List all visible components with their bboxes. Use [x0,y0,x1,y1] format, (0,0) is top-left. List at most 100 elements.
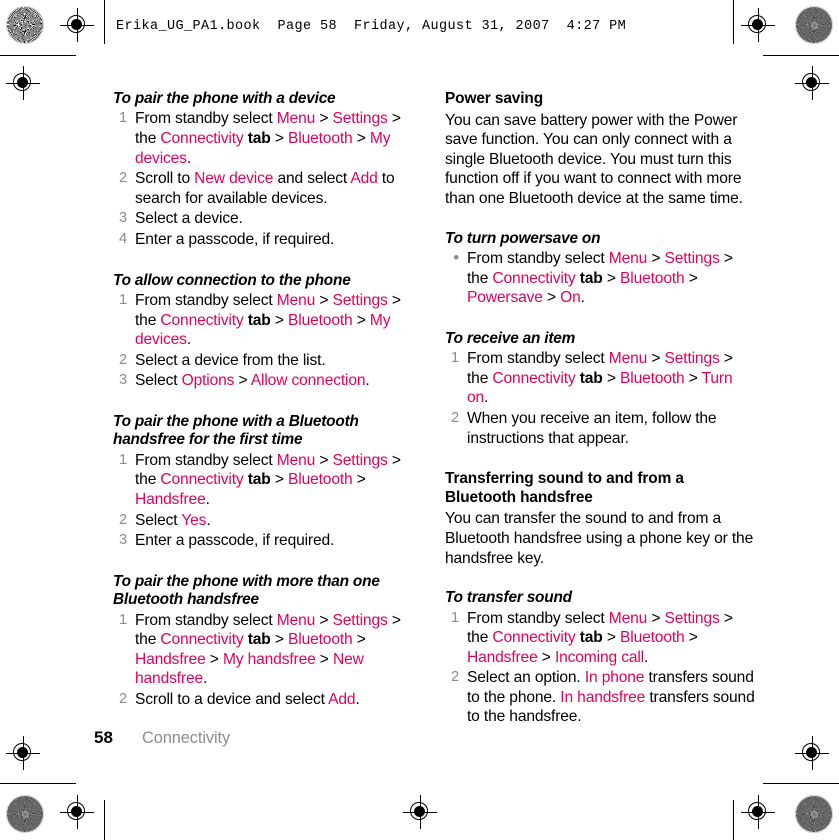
text-run: > [205,650,223,668]
step-marker: • [453,247,459,267]
text-run: Enter a passcode, if required. [135,230,335,248]
left-column: To pair the phone with a device 1 From sta… [113,90,425,711]
menu-path-term: Menu [608,249,648,267]
step-marker: 2 [119,690,127,707]
text-run: . [205,490,210,508]
text-run: . [484,389,489,407]
menu-path-term: Handsfree [135,650,206,668]
step-item: 1 From standby select Menu > Settings > t… [445,349,757,408]
text-run: > [647,249,665,267]
menu-path-term: Settings [664,249,720,267]
menu-path-term: Menu [276,451,316,469]
menu-path-term: Options [181,372,235,390]
ui-keyword: tab [243,130,271,147]
text-run: . [186,149,192,167]
menu-path-term: In phone [584,669,645,687]
text-run: > [270,631,289,649]
text-run: > [684,269,698,287]
section-heading-to-transfer-sound: To transfer sound [445,589,572,607]
menu-path-term: Add [328,690,356,708]
text-run: Select [135,511,182,529]
section-heading-to-pair-the-phone-with-more-than-one-bluetooth-h: To pair the phone with more than one Blu… [113,572,380,609]
text-run: . [206,511,211,529]
menu-path-term: Settings [664,350,720,368]
menu-path-term: Bluetooth [620,269,685,287]
text-run: From standby select [135,291,277,309]
menu-path-term: Allow connection [250,372,366,390]
text-run: > [542,289,561,307]
text-run: > [352,311,370,329]
menu-path-term: Menu [276,611,316,629]
step-marker: 3 [119,210,127,227]
menu-path-term: Menu [276,110,316,128]
text-run: > [352,631,366,649]
menu-path-term: Powersave [467,289,543,307]
text-run: > [602,369,621,387]
step-marker: 1 [119,110,127,127]
step-marker: 1 [119,611,127,628]
step-list: • From standby select Menu > Settings > t… [445,247,757,308]
step-item: 2 Scroll to New device and select Add to … [113,169,425,208]
step-marker: 1 [119,451,127,468]
section-heading-to-receive-an-item: To receive an item [445,329,576,347]
menu-path-term: Menu [608,350,648,368]
text-run: > [647,609,665,627]
power-saving-body: You can save battery power with the Powe… [445,111,743,207]
step-list: 1 From standby select Menu > Settings > t… [445,609,757,728]
text-run: From standby select [467,249,609,267]
menu-path-term: Connectivity [492,629,576,647]
section-heading-to-allow-connection-to-the-phone: To allow connection to the phone [113,271,351,289]
section-heading-power-saving: Power saving [445,90,544,107]
text-run: > [315,110,333,128]
menu-path-term: Bluetooth [288,311,353,329]
step-marker: 3 [119,372,127,389]
text-run: > [602,629,621,647]
step-marker: 3 [119,532,127,549]
step-list: 1 From standby select Menu > Settings > t… [113,291,425,391]
menu-path-term: Settings [664,609,720,627]
menu-path-term: Connectivity [492,369,576,387]
step-item: 1 From standby select Menu > Settings > t… [445,609,757,668]
menu-path-term: Menu [276,291,316,309]
step-item: 3 Enter a passcode, if required. [113,531,425,551]
text-run: > [315,650,333,668]
step-list: 1 From standby select Menu > Settings > t… [113,451,425,551]
text-run: > [647,350,665,368]
step-item: 3 Select Options > Allow connection. [113,371,425,391]
text-run: . [580,289,585,307]
step-item: 4 Enter a passcode, if required. [113,230,425,250]
menu-path-term: Handsfree [135,490,206,508]
text-run: > [315,451,333,469]
menu-path-term: Yes [181,511,207,529]
text-run: . [186,331,192,349]
step-list: 1 From standby select Menu > Settings > t… [445,349,757,448]
step-item: 2 Select an option. In phone transfers so… [445,668,757,727]
menu-path-term: Connectivity [492,269,576,287]
text-run: > [315,291,333,309]
step-item: 2 When you receive an item, follow the in… [445,409,757,448]
step-item: 2 Select Yes. [113,511,425,531]
text-run: and select [273,170,351,188]
step-item: 1 From standby select Menu > Settings > t… [113,611,425,689]
step-marker: 2 [451,669,459,686]
text-run: > [684,629,698,647]
step-list: 1 From standby select Menu > Settings > t… [113,611,425,710]
text-run: Select a device. [135,210,243,228]
menu-path-term: Settings [332,451,388,469]
step-marker: 2 [119,170,127,187]
text-run: When you receive an item, follow the ins… [467,409,717,447]
text-run: > [270,130,289,147]
step-marker: 2 [119,511,127,528]
step-marker: 2 [119,351,127,368]
menu-path-term: On [560,289,581,307]
running-head: Connectivity [142,729,231,747]
text-run: From standby select [135,110,277,128]
menu-path-term: Settings [332,291,388,309]
text-run: > [270,471,289,489]
menu-path-term: My handsfree [222,650,316,668]
